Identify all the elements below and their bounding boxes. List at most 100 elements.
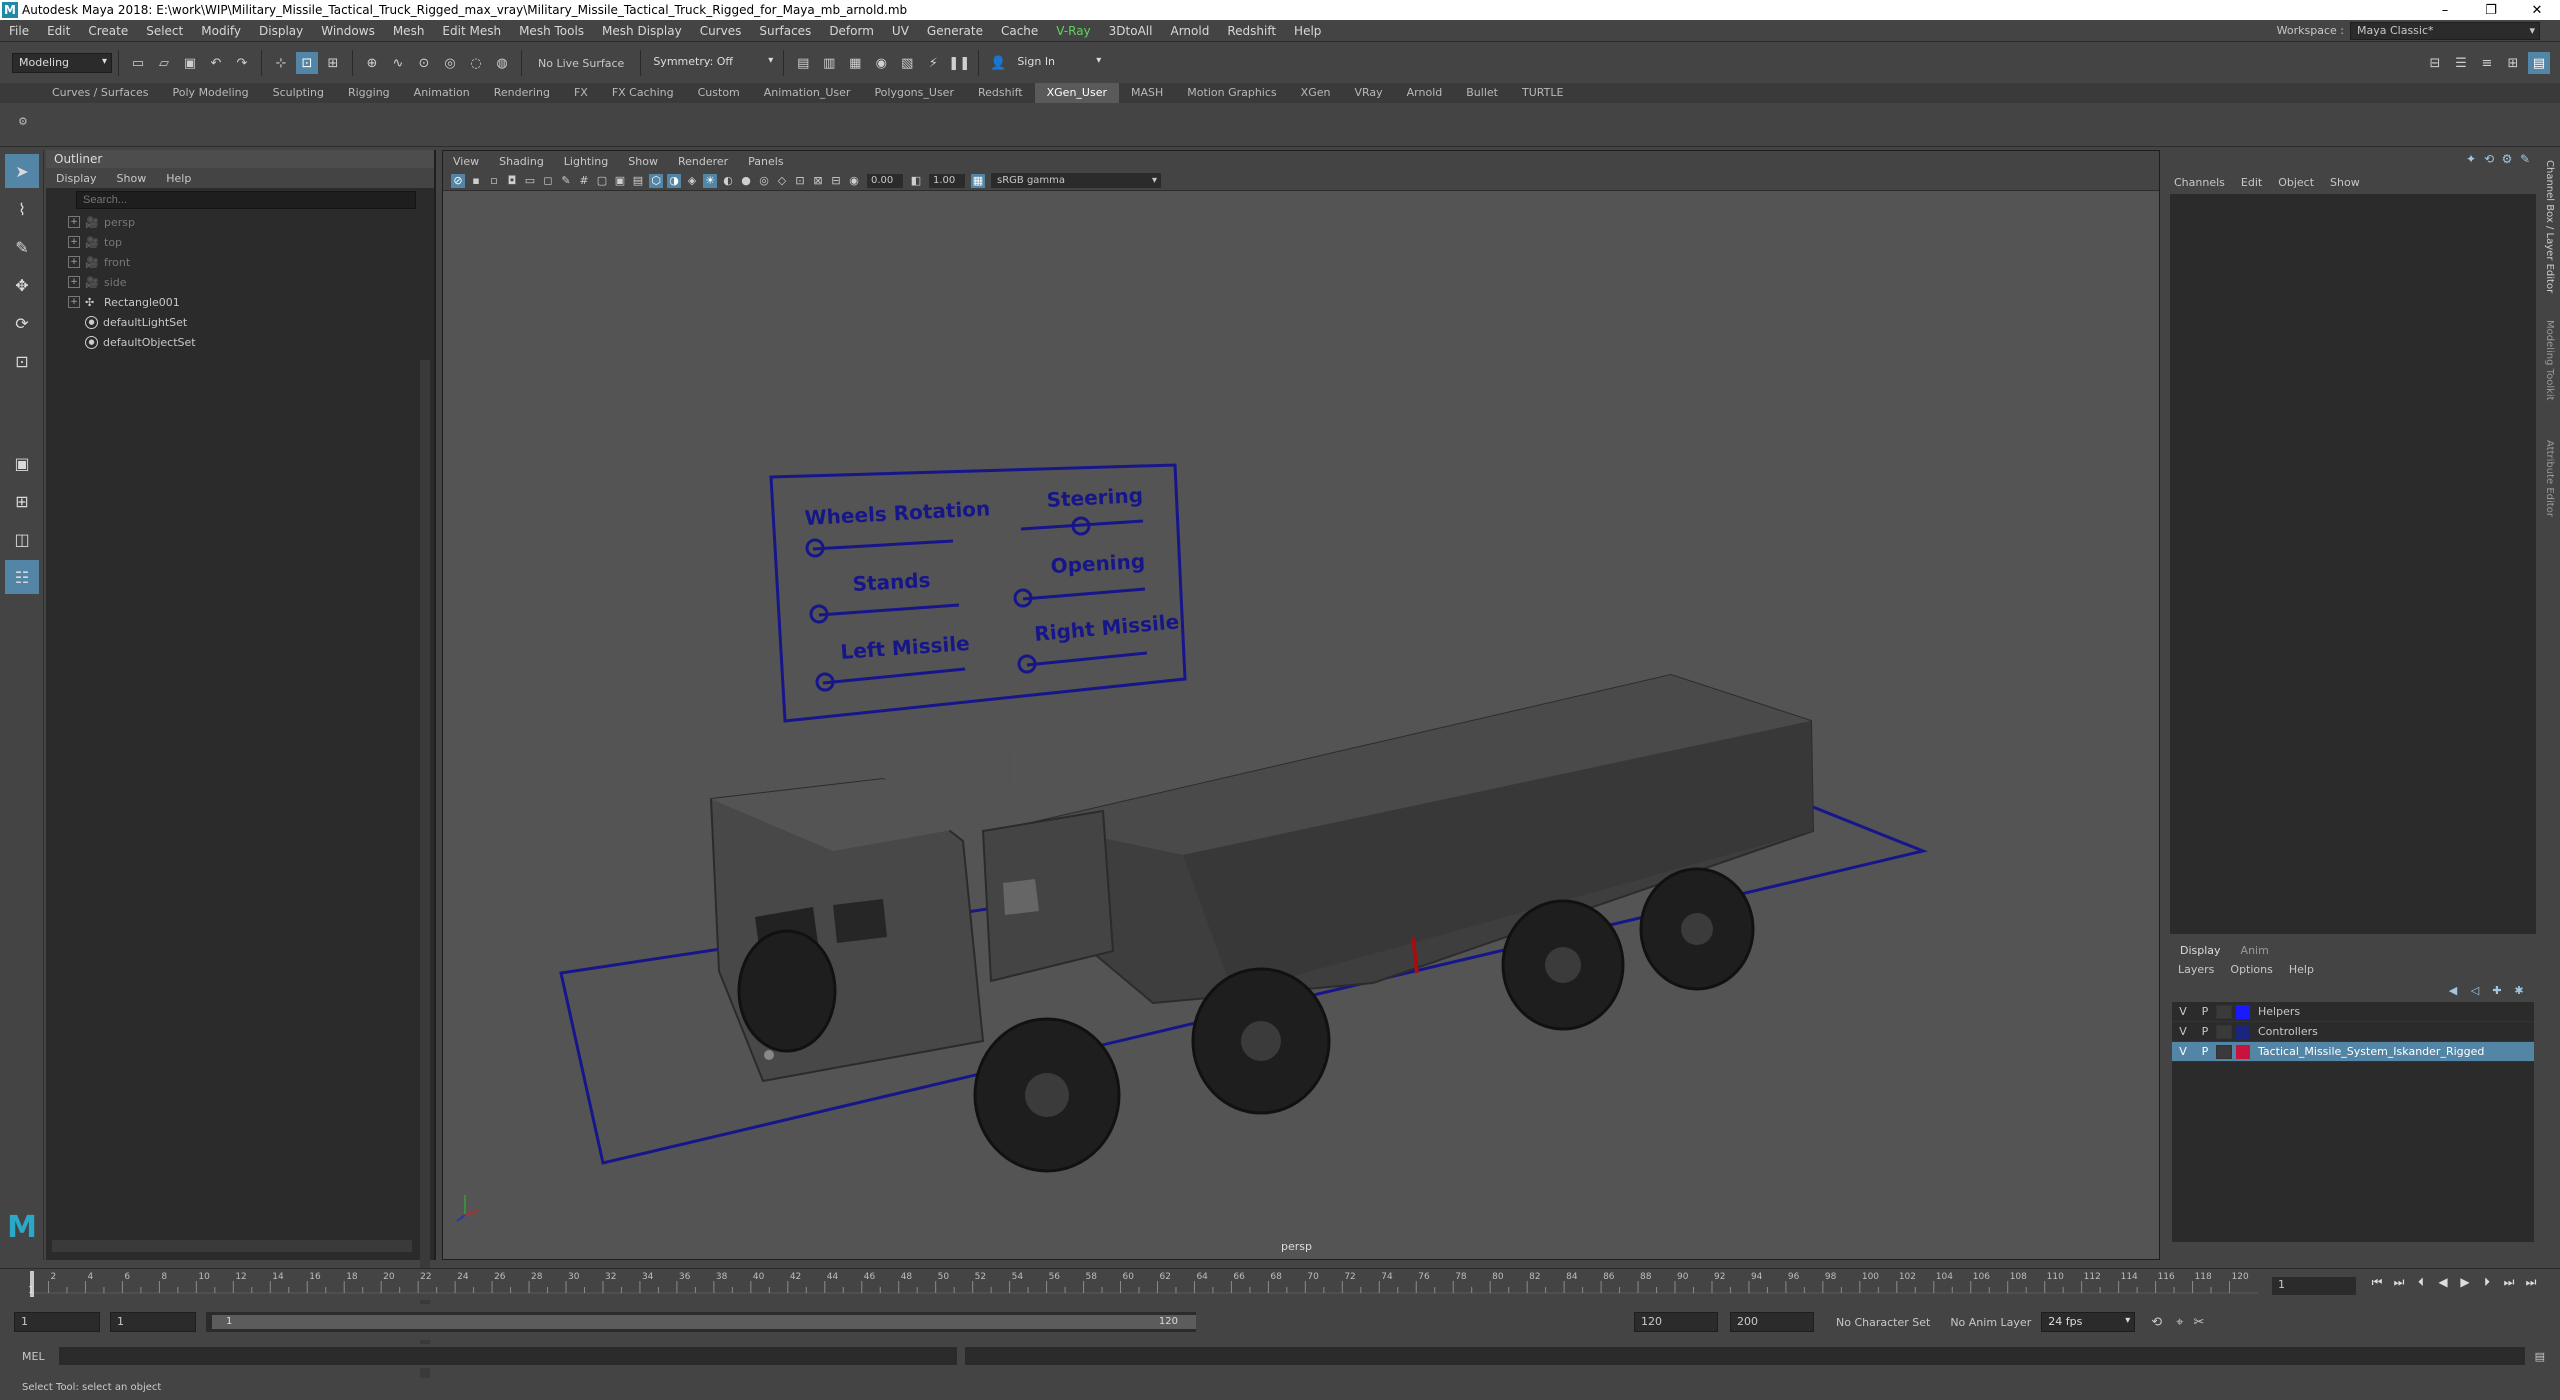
- move-layer-up-icon[interactable]: ◀: [2442, 984, 2464, 997]
- snap-view-icon[interactable]: ◎: [439, 52, 461, 74]
- shelf-tab-custom[interactable]: Custom: [686, 83, 752, 103]
- viewport-panel[interactable]: View Shading Lighting Show Renderer Pane…: [442, 150, 2160, 1260]
- slider-left-missile[interactable]: [822, 667, 966, 685]
- outliner-node-rectangle001[interactable]: + ✣ Rectangle001: [46, 292, 434, 312]
- outliner-node-top[interactable]: + 🎥 top: [46, 232, 434, 252]
- layer-menu-help[interactable]: Help: [2281, 963, 2322, 976]
- tool-settings-icon[interactable]: ≡: [2476, 52, 2498, 74]
- lock-camera-icon[interactable]: ▪: [469, 174, 483, 188]
- ipr-render-icon[interactable]: ▥: [818, 52, 840, 74]
- channel-box-menu-object[interactable]: Object: [2270, 176, 2322, 189]
- range-slider-bar[interactable]: 1 120: [212, 1315, 1196, 1329]
- layer-visibility-toggle[interactable]: V: [2172, 1045, 2194, 1058]
- new-layer-from-selected-icon[interactable]: ✱: [2508, 984, 2530, 997]
- xray-joints-icon[interactable]: ⊟: [829, 174, 843, 188]
- shelf-tab-animation[interactable]: Animation: [402, 83, 482, 103]
- shelf-tab-xgen[interactable]: XGen: [1289, 83, 1343, 103]
- gamma-icon[interactable]: ◧: [909, 174, 923, 188]
- menu-curves[interactable]: Curves: [691, 24, 751, 38]
- time-slider-ticks[interactable]: 2 4 6 8 10 12 14 16 18 20 22 24 26 28 30 32 34 36 38 40 42 44…: [30, 1269, 2258, 1299]
- viewport-menu-show[interactable]: Show: [618, 155, 668, 168]
- new-layer-icon[interactable]: ✚: [2486, 984, 2508, 997]
- menu-redshift[interactable]: Redshift: [1218, 24, 1285, 38]
- layer-playback-toggle[interactable]: P: [2194, 1005, 2216, 1018]
- shadows-icon[interactable]: ◐: [721, 174, 735, 188]
- menu-mesh[interactable]: Mesh: [384, 24, 434, 38]
- maximize-button[interactable]: ❐: [2468, 3, 2514, 18]
- viewport-menu-shading[interactable]: Shading: [489, 155, 554, 168]
- shelf-settings-icon[interactable]: ⚙: [18, 115, 28, 128]
- vray-render-icon[interactable]: ⚡: [922, 52, 944, 74]
- shelf-tab-animation-user[interactable]: Animation_User: [752, 83, 863, 103]
- bookmark-icon[interactable]: ▫: [487, 174, 501, 188]
- fps-dropdown[interactable]: 24 fps: [2041, 1312, 2136, 1332]
- go-to-start-icon[interactable]: ⏮: [2366, 1275, 2388, 1290]
- outliner-node-default-light-set[interactable]: ● defaultLightSet: [46, 312, 434, 332]
- channel-box-pencil-icon[interactable]: ✎: [2516, 152, 2534, 166]
- menu-mesh-display[interactable]: Mesh Display: [593, 24, 691, 38]
- outliner-node-default-object-set[interactable]: ● defaultObjectSet: [46, 332, 434, 352]
- shelf-tab-motion-graphics[interactable]: Motion Graphics: [1175, 83, 1288, 103]
- gamma-field[interactable]: 1.00: [929, 173, 965, 188]
- select-camera-icon[interactable]: ⊘: [451, 173, 465, 188]
- exposure-icon[interactable]: ◉: [847, 174, 861, 188]
- outliner-menu-help[interactable]: Help: [156, 172, 201, 185]
- command-input[interactable]: [58, 1347, 957, 1365]
- anim-layer-dropdown[interactable]: No Anim Layer: [1950, 1316, 2031, 1329]
- menu-generate[interactable]: Generate: [918, 24, 992, 38]
- snap-surface-icon[interactable]: ◌: [465, 52, 487, 74]
- outliner-node-persp[interactable]: + 🎥 persp: [46, 212, 434, 232]
- snap-point-icon[interactable]: ⊙: [413, 52, 435, 74]
- outliner-horizontal-scrollbar[interactable]: [52, 1240, 412, 1252]
- channel-box-pin-icon[interactable]: ✦: [2462, 152, 2480, 166]
- live-surface-label[interactable]: No Live Surface: [538, 57, 624, 70]
- shelf-tab-bullet[interactable]: Bullet: [1454, 83, 1510, 103]
- outliner-menu-display[interactable]: Display: [46, 172, 107, 185]
- menu-set-dropdown[interactable]: Modeling: [12, 53, 112, 73]
- save-scene-icon[interactable]: ▣: [179, 52, 201, 74]
- color-management-icon[interactable]: ▦: [971, 173, 985, 188]
- outliner-menu-show[interactable]: Show: [107, 172, 157, 185]
- menu-create[interactable]: Create: [79, 24, 137, 38]
- menu-edit-mesh[interactable]: Edit Mesh: [433, 24, 510, 38]
- shelf-tab-curves-surfaces[interactable]: Curves / Surfaces: [40, 83, 161, 103]
- animation-start-field[interactable]: 1: [14, 1312, 100, 1332]
- expand-icon[interactable]: +: [68, 256, 80, 268]
- shelf-tab-rigging[interactable]: Rigging: [336, 83, 402, 103]
- close-button[interactable]: ✕: [2514, 3, 2560, 18]
- outliner-toggle-icon[interactable]: ⊞: [2502, 52, 2524, 74]
- menu-vray[interactable]: V-Ray: [1047, 24, 1099, 38]
- viewport-menu-view[interactable]: View: [443, 155, 489, 168]
- menu-display[interactable]: Display: [250, 24, 312, 38]
- character-set-dropdown[interactable]: No Character Set: [1836, 1316, 1930, 1329]
- layer-menu-layers[interactable]: Layers: [2170, 963, 2222, 976]
- move-tool-icon[interactable]: ✥: [5, 268, 39, 302]
- go-to-end-icon[interactable]: ⏭: [2520, 1275, 2542, 1290]
- rotate-tool-icon[interactable]: ⟳: [5, 306, 39, 340]
- channel-box-menu-edit[interactable]: Edit: [2233, 176, 2270, 189]
- expand-icon[interactable]: +: [68, 216, 80, 228]
- textured-icon[interactable]: ◈: [685, 174, 699, 188]
- xray-icon[interactable]: ⊠: [811, 174, 825, 188]
- current-frame-field[interactable]: 1: [2272, 1277, 2356, 1295]
- viewport-menu-renderer[interactable]: Renderer: [668, 155, 738, 168]
- grease-pencil-icon[interactable]: ✎: [559, 174, 573, 188]
- color-space-dropdown[interactable]: sRGB gamma: [991, 173, 1161, 188]
- smooth-shade-icon[interactable]: ◑: [667, 173, 681, 188]
- resolution-gate-icon[interactable]: ▣: [613, 174, 627, 188]
- shelf-tab-sculpting[interactable]: Sculpting: [261, 83, 336, 103]
- outliner-vertical-scrollbar[interactable]: [420, 360, 430, 1380]
- layer-tab-anim[interactable]: Anim: [2231, 944, 2279, 957]
- step-forward-key-icon[interactable]: ⏭: [2498, 1275, 2520, 1290]
- channel-box-menu-channels[interactable]: Channels: [2166, 176, 2233, 189]
- play-backwards-icon[interactable]: ◀: [2432, 1275, 2454, 1290]
- expand-icon[interactable]: +: [68, 276, 80, 288]
- menu-arnold[interactable]: Arnold: [1161, 24, 1218, 38]
- shelf-tab-rendering[interactable]: Rendering: [482, 83, 562, 103]
- select-object-icon[interactable]: ⊡: [296, 52, 318, 74]
- snap-grid-icon[interactable]: ⊕: [361, 52, 383, 74]
- shelf-tab-xgen-user[interactable]: XGen_User: [1034, 83, 1119, 103]
- shelf-tab-vray[interactable]: VRay: [1342, 83, 1394, 103]
- shelf-tab-poly-modeling[interactable]: Poly Modeling: [161, 83, 261, 103]
- move-layer-down-icon[interactable]: ◁: [2464, 984, 2486, 997]
